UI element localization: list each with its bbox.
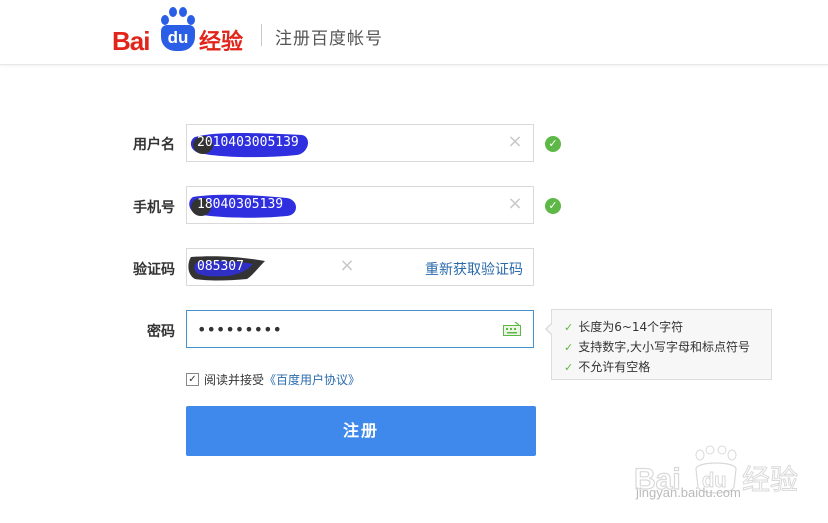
check-icon: ✓: [564, 341, 574, 354]
agreement-text: 阅读并接受《百度用户协议》: [204, 373, 361, 387]
header-divider: [261, 24, 262, 46]
page-header: Bai du 经验 注册百度帐号: [0, 0, 828, 65]
register-button[interactable]: 注册: [186, 406, 536, 456]
phone-input[interactable]: 18040305139 ×: [186, 186, 534, 224]
clear-icon[interactable]: ×: [339, 257, 355, 275]
password-rules-tooltip: ✓ 长度为6~14个字符 ✓ 支持数字,大小写字母和标点符号 ✓ 不允许有空格: [551, 309, 772, 380]
watermark-logo: Bai du 经验: [634, 445, 799, 497]
password-label: 密码: [147, 324, 175, 340]
clear-icon[interactable]: ×: [507, 133, 523, 151]
page-title: 注册百度帐号: [275, 29, 383, 49]
code-value: 085307: [197, 259, 244, 274]
check-icon: ✓: [564, 361, 574, 374]
password-input[interactable]: •••••••••: [186, 310, 534, 348]
check-circle-icon: ✓: [545, 198, 561, 214]
svg-text:经验: 经验: [742, 463, 798, 496]
phone-value: 18040305139: [197, 197, 284, 212]
logo-jingyan-text: 经验: [199, 30, 244, 55]
username-value: 2010403005139: [197, 135, 299, 150]
password-value: •••••••••: [197, 320, 282, 339]
tooltip-arrow-fill: [547, 323, 553, 335]
rule-item: ✓ 不允许有空格: [564, 360, 651, 374]
code-label: 验证码: [133, 262, 175, 278]
watermark-url: jingyan.baidu.com: [636, 485, 741, 500]
baidu-jingyan-logo[interactable]: Bai du 经验: [112, 6, 252, 58]
agreement-checkbox[interactable]: ✓: [186, 373, 199, 386]
user-agreement-link[interactable]: 《百度用户协议》: [264, 373, 360, 387]
check-circle-icon: ✓: [545, 136, 561, 152]
clear-icon[interactable]: ×: [507, 195, 523, 213]
logo-du-text: du: [161, 25, 195, 51]
username-input[interactable]: 2010403005139 ×: [186, 124, 534, 162]
resend-code-link[interactable]: 重新获取验证码: [425, 259, 523, 279]
check-icon: ✓: [564, 321, 574, 334]
username-label: 用户名: [133, 137, 175, 153]
keyboard-icon[interactable]: [503, 322, 521, 336]
rule-item: ✓ 支持数字,大小写字母和标点符号: [564, 340, 751, 354]
logo-bai-text: Bai: [112, 26, 150, 56]
code-input[interactable]: 085307 × 重新获取验证码: [186, 248, 534, 286]
rule-item: ✓ 长度为6~14个字符: [564, 320, 684, 334]
phone-label: 手机号: [133, 200, 175, 216]
